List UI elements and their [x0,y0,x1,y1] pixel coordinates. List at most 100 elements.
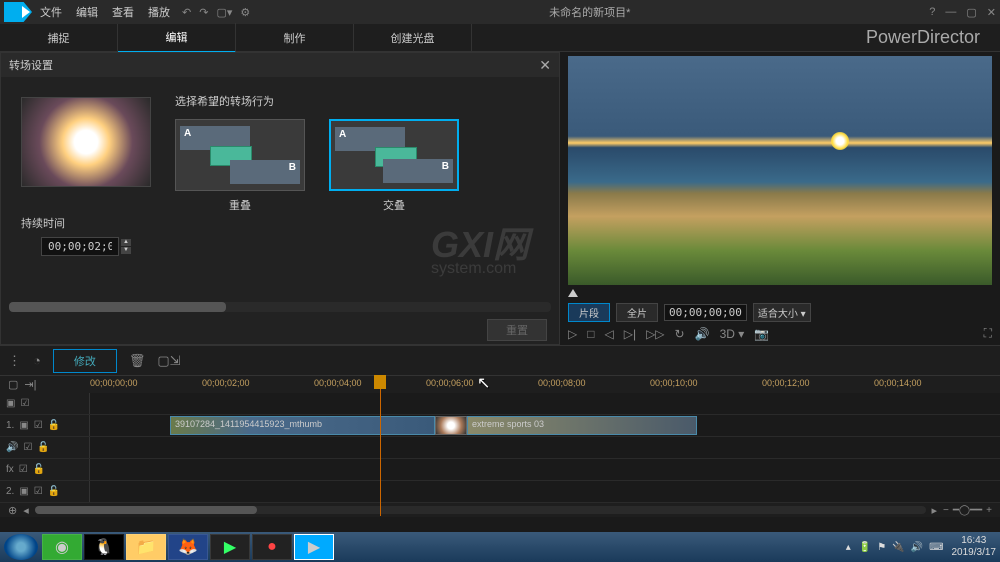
track2-visible-icon[interactable]: ☑ [34,486,43,497]
taskbar-app-5[interactable]: ▶ [210,534,250,560]
track-visible-icon[interactable]: ☑ [34,420,43,431]
divider-icon: ⋮ [8,353,21,369]
zoom-out-icon[interactable]: − [943,505,949,516]
duration-down-icon[interactable]: ▼ [121,247,131,254]
scroll-left-icon[interactable]: ◂ [23,504,29,517]
video-track-1[interactable]: 39107284_1411954415923_mthumb extreme sp… [90,415,1000,436]
check-all-icon[interactable]: ☑ [20,398,29,409]
video-track-icon[interactable]: ▣ [19,420,28,431]
taskbar-app-1[interactable]: ◉ [42,534,82,560]
behavior-cross[interactable]: A B 交叠 [329,119,459,213]
loop-icon[interactable]: ↻ [675,327,685,341]
track-1-label: 1. [6,420,14,431]
timeline-ruler[interactable]: 00;00;00;0000;00;02;0000;00;04;0000;00;0… [90,376,1000,393]
help-icon[interactable]: ? [929,6,935,19]
minimize-icon[interactable]: — [945,6,956,19]
movie-mode-button[interactable]: 全片 [616,303,658,322]
track2-lock-icon[interactable]: 🔓 [48,486,60,497]
delete-icon[interactable]: 🗑 [129,353,146,369]
taskbar-firefox[interactable]: 🦊 [168,534,208,560]
tray-lang-icon[interactable]: ⌨ [929,542,943,553]
clip-mode-button[interactable]: 片段 [568,303,610,322]
more-tools-icon[interactable]: ▢⇲ [157,353,180,369]
audio-visible-icon[interactable]: ☑ [23,442,32,453]
menu-view[interactable]: 查看 [112,4,134,20]
tab-edit[interactable]: 编辑 [118,23,236,53]
maximize-icon[interactable]: ▢ [966,6,976,19]
tray-action-icon[interactable]: ⚑ [877,542,886,553]
aspect-icon[interactable]: ▢▾ [216,6,232,19]
track-lock-icon[interactable]: 🔓 [48,420,60,431]
tab-capture[interactable]: 捕捉 [0,24,118,52]
scroll-right-icon[interactable]: ▸ [932,504,938,517]
taskbar-powerdirector[interactable]: ▶ [294,534,334,560]
select-all-icon[interactable]: ▣ [6,398,15,409]
timeline-scrollbar[interactable] [35,506,926,514]
next-frame-icon[interactable]: ▷| [624,327,636,341]
preview-timecode[interactable]: 00;00;00;00 [664,304,747,321]
add-track-icon[interactable]: ⊕ [8,504,17,517]
menu-edit[interactable]: 编辑 [76,4,98,20]
tray-network-icon[interactable]: 🔌 [892,542,904,553]
start-button[interactable] [4,534,38,560]
tray-volume-icon[interactable]: 🔊 [911,542,923,553]
menu-file[interactable]: 文件 [40,4,62,20]
preview-monitor [568,56,992,285]
tray-battery-icon[interactable]: 🔋 [859,542,871,553]
ruler-tick: 00;00;06;00 [426,378,474,388]
prev-frame-icon[interactable]: ◁ [604,327,613,341]
taskbar-explorer[interactable]: 📁 [126,534,166,560]
fx-track[interactable] [90,459,1000,480]
panel-close-icon[interactable]: ✕ [539,57,551,74]
fast-forward-icon[interactable]: ▷▷ [646,327,664,341]
track-collapse-icon[interactable]: ▢ [8,378,18,391]
taskbar-record[interactable]: ● [252,534,292,560]
video-track-2-icon[interactable]: ▣ [19,486,28,497]
play-icon[interactable]: ▷ [568,327,577,341]
preview-seekbar[interactable] [568,287,992,301]
close-window-icon[interactable]: ✕ [987,6,996,19]
tab-produce[interactable]: 制作 [236,24,354,52]
expand-icon[interactable]: ⛶ [984,326,992,341]
ruler-tick: 00;00;12;00 [762,378,810,388]
transition-preview [21,97,151,187]
3d-select[interactable]: 3D ▾ [720,327,745,341]
tray-expand-icon[interactable]: ▴ [846,542,851,553]
taskbar-clock[interactable]: 16:43 2019/3/17 [952,535,997,559]
audio-track-icon[interactable]: 🔊 [6,442,18,453]
video-track-2[interactable] [90,481,1000,502]
modify-button[interactable]: 修改 [53,349,117,373]
audio-track-1[interactable] [90,437,1000,458]
taskbar-app-2[interactable]: 🐧 [84,534,124,560]
marker-icon[interactable]: ◔ [33,353,41,368]
snapshot-icon[interactable]: 📷 [754,327,769,341]
playhead-marker[interactable] [374,375,386,389]
stop-icon[interactable]: □ [587,327,594,341]
track-2-label: 2. [6,486,14,497]
panel-scrollbar[interactable] [9,302,551,312]
duration-up-icon[interactable]: ▲ [121,239,131,246]
duration-label: 持续时间 [21,215,65,231]
undo-icon[interactable]: ↶ [182,6,191,19]
transition-panel: 转场设置 ✕ 持续时间 ▲ ▼ 选择希望的转场行为 [0,52,560,345]
video-clip-2[interactable]: extreme sports 03 [467,416,697,435]
tab-disc[interactable]: 创建光盘 [354,24,472,52]
fx-visible-icon[interactable]: ☑ [19,464,28,475]
volume-icon[interactable]: 🔊 [695,327,710,341]
fx-lock-icon[interactable]: 🔓 [33,464,45,475]
transition-clip[interactable] [435,416,467,435]
audio-lock-icon[interactable]: 🔓 [37,442,49,453]
menu-play[interactable]: 播放 [148,4,170,20]
fit-select[interactable]: 适合大小 ▾ [753,303,811,322]
redo-icon[interactable]: ↷ [199,6,208,19]
zoom-in-icon[interactable]: + [986,505,992,516]
zoom-slider[interactable]: ━◯━━ [953,505,982,516]
settings-icon[interactable]: ⚙ [240,6,250,19]
duration-input[interactable] [41,237,119,256]
ruler-tick: 00;00;08;00 [538,378,586,388]
behavior-overlap[interactable]: A B 重叠 [175,119,305,213]
track-jump-icon[interactable]: ⇥| [24,378,36,391]
ruler-tick: 00;00;02;00 [202,378,250,388]
video-clip-1[interactable]: 39107284_1411954415923_mthumb [170,416,435,435]
reset-button[interactable]: 重置 [487,319,547,341]
